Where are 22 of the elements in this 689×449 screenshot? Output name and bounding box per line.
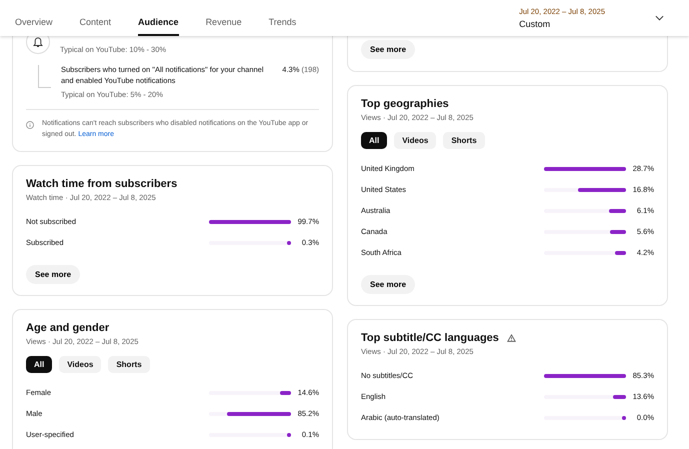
card-title: Watch time from subscribers <box>26 178 178 190</box>
filter-chip[interactable]: Shorts <box>108 356 150 374</box>
filter-chip[interactable]: Videos <box>59 356 102 374</box>
filter-chip[interactable]: All <box>361 132 388 149</box>
card-title: Top geographies <box>361 98 449 110</box>
filter-chip[interactable]: Shorts <box>443 132 485 149</box>
filter-chip[interactable]: Videos <box>394 132 436 149</box>
card-title: Age and gender <box>26 322 110 334</box>
connector-line <box>38 65 51 88</box>
see-more-button[interactable]: See more <box>361 40 416 59</box>
card-title: Top subtitle/CC languages <box>361 332 499 344</box>
see-more-button[interactable]: See more <box>26 265 80 284</box>
tab[interactable]: Overview <box>15 0 53 36</box>
see-more-button[interactable]: See more <box>361 275 416 294</box>
tab[interactable]: Audience <box>138 0 179 36</box>
period-label[interactable]: Custom <box>519 19 605 29</box>
tab[interactable]: Trends <box>268 0 296 36</box>
filter-chip[interactable]: All <box>26 356 52 374</box>
info-icon <box>26 120 34 129</box>
tab[interactable]: Revenue <box>206 0 242 36</box>
chevron-down-icon[interactable] <box>655 15 664 21</box>
tab[interactable]: Content <box>80 0 112 36</box>
